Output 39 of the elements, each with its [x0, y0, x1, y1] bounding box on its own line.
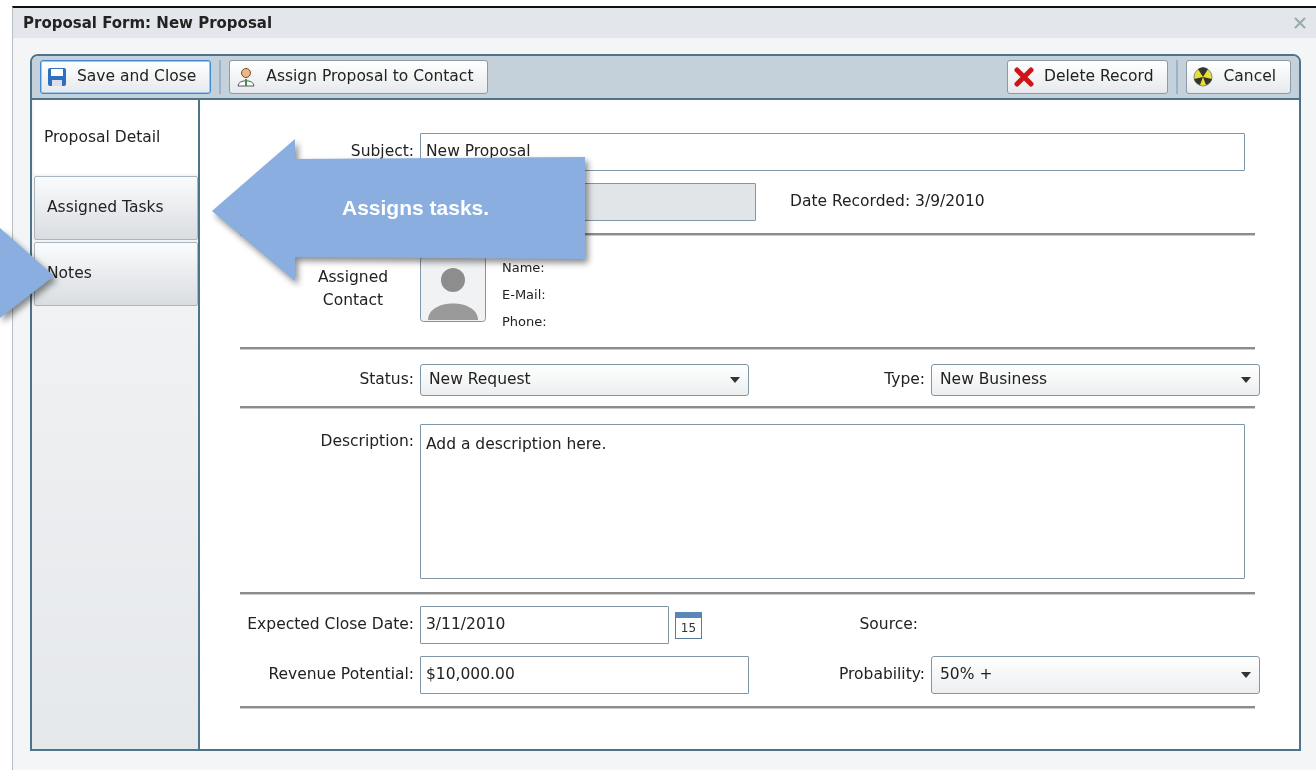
cancel-button[interactable]: Cancel: [1186, 60, 1291, 94]
tab[interactable]: Proposal Detail: [34, 100, 198, 174]
hazard-icon: [1193, 67, 1214, 87]
input-field[interactable]: New Proposal: [420, 133, 1245, 171]
dropdown[interactable]: 50% +: [931, 656, 1260, 694]
field-label: Type:: [884, 370, 925, 389]
avatar-icon: [420, 256, 486, 322]
text-area[interactable]: Add a description here.: [420, 424, 1245, 579]
field-label: Subject:: [350, 142, 414, 161]
field-label: Description:: [320, 432, 414, 450]
input-field[interactable]: $10,000.00: [420, 656, 749, 694]
tab[interactable]: Assigned Tasks: [34, 176, 198, 240]
dropdown[interactable]: New Request: [420, 364, 749, 396]
field-label: Source:: [859, 615, 918, 634]
window-title: Proposal Form: New Proposal: [23, 12, 273, 34]
field-label: Phone:: [502, 314, 547, 329]
save-icon: [47, 67, 67, 87]
field-label: Expected Close Date:: [247, 615, 414, 634]
caret-icon: [1241, 377, 1251, 383]
delete-icon: [1014, 67, 1035, 87]
field-label: Name:: [502, 260, 545, 275]
calendar-icon[interactable]: 15: [675, 611, 702, 639]
date-recorded-text: Date Recorded: 3/9/2010: [790, 191, 985, 213]
caret-icon: [730, 377, 740, 383]
field-label: Status:: [359, 370, 414, 389]
field-label: Assigned Contact: [316, 267, 390, 312]
date-field[interactable]: 3/11/2010: [420, 606, 669, 644]
delete-button[interactable]: Delete Record: [1007, 60, 1169, 94]
callout-text: Assigns tasks.: [342, 195, 490, 221]
assign-button[interactable]: Assign Proposal to Contact: [229, 60, 489, 94]
dropdown[interactable]: New Business: [931, 364, 1260, 396]
close-icon[interactable]: [1294, 17, 1306, 29]
caret-icon: [1241, 672, 1251, 678]
save-button[interactable]: Save and Close: [40, 60, 212, 94]
person-icon: [236, 67, 257, 87]
field-label: E-Mail:: [502, 287, 546, 302]
tab[interactable]: Notes: [34, 242, 198, 306]
field-label: Probability:: [838, 665, 925, 684]
field-label: Revenue Potential:: [268, 665, 414, 684]
